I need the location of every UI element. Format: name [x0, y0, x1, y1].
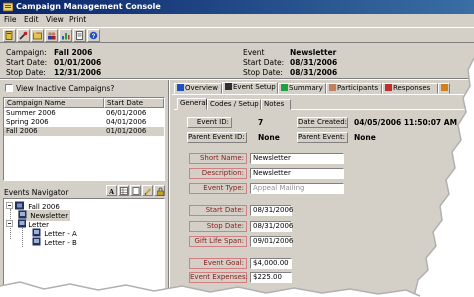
tab-general[interactable]: General [177, 98, 208, 110]
app-window: Campaign Management Console File Edit Vi… [0, 0, 474, 297]
tab-event-setup[interactable]: Event Setup [222, 82, 278, 94]
torn-edge-overlay [0, 57, 474, 297]
